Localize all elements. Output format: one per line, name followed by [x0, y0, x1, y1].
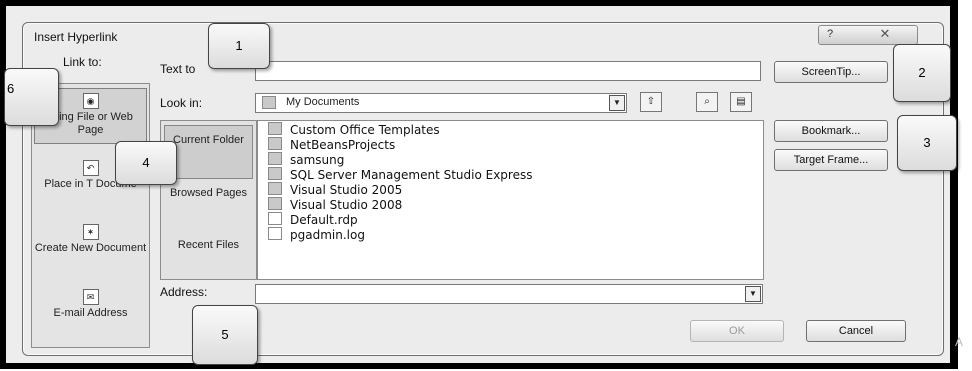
list-item[interactable]: Default.rdp — [268, 212, 358, 228]
dialog-title: Insert Hyperlink — [34, 30, 118, 44]
chevron-down-icon[interactable]: ▼ — [609, 95, 625, 111]
list-item[interactable]: SQL Server Management Studio Express — [268, 167, 532, 183]
web-page-icon: ◉ — [82, 93, 99, 109]
folder-icon — [268, 197, 282, 210]
screentip-button[interactable]: ScreenTip... — [774, 61, 888, 83]
chevron-down-icon[interactable]: ▼ — [745, 286, 761, 302]
ok-button[interactable]: OK — [690, 320, 784, 342]
place-current-folder[interactable]: Current Folder — [164, 125, 253, 179]
help-button[interactable]: ? — [820, 27, 840, 41]
file-list[interactable]: Custom Office Templates NetBeansProjects… — [257, 120, 764, 280]
folder-icon — [268, 152, 282, 165]
new-document-icon: ✶ — [82, 224, 99, 240]
text-to-display-input[interactable] — [255, 61, 761, 81]
callout-5: 5 — [192, 305, 258, 365]
address-input[interactable]: ▼ — [255, 284, 763, 304]
place-recent-files[interactable]: Recent Files — [161, 239, 256, 275]
nav-create-new-document[interactable]: ✶ Create New Document — [32, 224, 149, 274]
folder-icon — [268, 137, 282, 150]
folder-icon — [268, 182, 282, 195]
target-frame-button[interactable]: Target Frame... — [774, 149, 888, 171]
bookmark-button[interactable]: Bookmark... — [774, 120, 888, 142]
cancel-button[interactable]: Cancel — [806, 320, 906, 342]
look-in-dropdown[interactable]: My Documents ▼ — [255, 93, 627, 113]
list-item[interactable]: NetBeansProjects — [268, 137, 395, 153]
nav-existing-file-label: isting File or Web Page — [48, 111, 133, 136]
nav-create-new-document-label: Create New Document — [34, 242, 147, 254]
email-icon: ✉ — [82, 289, 99, 305]
callout-1: 1 — [208, 23, 270, 69]
watermark-text: A — [955, 335, 964, 349]
address-label: Address: — [160, 285, 208, 299]
callout-3: 3 — [897, 115, 957, 171]
list-item[interactable]: samsung — [268, 152, 344, 168]
close-button[interactable]: ✕ — [856, 27, 914, 41]
list-item[interactable]: Visual Studio 2008 — [268, 197, 402, 213]
text-to-display-label: Text to — [160, 62, 196, 76]
nav-email-address-label: E-mail Address — [53, 307, 128, 319]
nav-email-address[interactable]: ✉ E-mail Address — [32, 289, 149, 339]
browse-web-icon[interactable]: ⌕ — [696, 92, 718, 112]
callout-4: 4 — [115, 141, 177, 185]
list-item[interactable]: Custom Office Templates — [268, 122, 440, 138]
place-browsed-pages[interactable]: Browsed Pages — [161, 187, 256, 223]
browse-file-icon[interactable]: ▤ — [730, 92, 752, 112]
callout-6: 6 — [4, 68, 59, 126]
look-in-label: Look in: — [160, 96, 203, 110]
callout-2: 2 — [893, 44, 951, 102]
up-one-folder-icon[interactable]: ⇧ — [640, 92, 662, 112]
link-to-label: Link to: — [63, 55, 102, 69]
remote-desktop-file-icon — [268, 212, 282, 225]
folder-icon — [268, 122, 282, 135]
document-icon — [268, 227, 282, 240]
list-item[interactable]: Visual Studio 2005 — [268, 182, 402, 198]
look-in-value: My Documents — [286, 96, 360, 108]
folder-icon — [268, 167, 282, 180]
folder-icon — [262, 96, 276, 109]
place-document-icon: ↶ — [82, 160, 99, 176]
list-item[interactable]: pgadmin.log — [268, 227, 365, 243]
